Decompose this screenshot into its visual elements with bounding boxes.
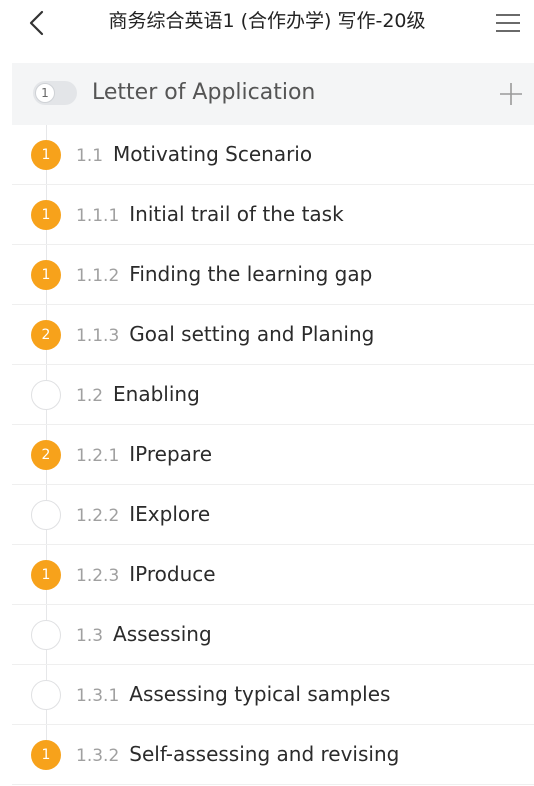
item-number: 1.1.3 (76, 326, 120, 346)
item-title: Goal setting and Planing (129, 322, 375, 346)
section-number-badge: 1 (35, 83, 55, 103)
progress-badge: 1 (31, 740, 61, 770)
progress-badge (31, 620, 61, 650)
list-item[interactable]: 1 1.1.2 Finding the learning gap (12, 245, 534, 305)
section-title: Letter of Application (92, 80, 316, 105)
progress-badge: 1 (31, 140, 61, 170)
progress-badge: 2 (31, 440, 61, 470)
item-label: 1.2.2 IExplore (76, 485, 210, 544)
progress-badge: 1 (31, 260, 61, 290)
item-label: 1.1.2 Finding the learning gap (76, 245, 372, 304)
section-header[interactable]: 1 Letter of Application (12, 63, 534, 125)
progress-badge (31, 380, 61, 410)
progress-badge: 2 (31, 320, 61, 350)
list-item[interactable]: 1.3.1 Assessing typical samples (12, 665, 534, 725)
item-title: Assessing typical samples (129, 682, 391, 706)
section-toggle[interactable]: 1 (33, 81, 77, 105)
item-label: 1.2.1 IPrepare (76, 425, 212, 484)
item-label: 1.3.1 Assessing typical samples (76, 665, 390, 724)
item-label: 1.3 Assessing (76, 605, 212, 664)
plus-icon (500, 83, 522, 105)
list-item[interactable]: 1.3 Assessing (12, 605, 534, 665)
item-number: 1.2.1 (76, 446, 120, 466)
item-label: 1.2.3 IProduce (76, 545, 216, 604)
item-title: Finding the learning gap (129, 262, 373, 286)
list-item[interactable]: 1 1.1.1 Initial trail of the task (12, 185, 534, 245)
chevron-left-icon (29, 10, 44, 36)
list-item[interactable]: 1 1.3.2 Self-assessing and revising (12, 725, 534, 785)
item-label: 1.2 Enabling (76, 365, 200, 424)
item-label: 1.1 Motivating Scenario (76, 125, 312, 184)
item-label: 1.1.1 Initial trail of the task (76, 185, 344, 244)
top-bar: 商务综合英语1 (合作办学) 写作-20级 (0, 0, 534, 44)
item-title: Self-assessing and revising (129, 742, 400, 766)
item-label: 1.3.2 Self-assessing and revising (76, 725, 399, 784)
item-title: Enabling (113, 382, 200, 406)
list-item[interactable]: 1 1.2.3 IProduce (12, 545, 534, 605)
item-number: 1.3.2 (76, 746, 120, 766)
list-item[interactable]: 1 1.1 Motivating Scenario (12, 125, 534, 185)
add-button[interactable] (498, 81, 524, 107)
hamburger-menu-icon (496, 14, 520, 32)
list-item[interactable]: 2 1.1.3 Goal setting and Planing (12, 305, 534, 365)
item-number: 1.3.1 (76, 686, 120, 706)
progress-badge: 1 (31, 200, 61, 230)
item-title: Assessing (113, 622, 212, 646)
task-list: 1 1.1 Motivating Scenario 1 1.1.1 Initial tra… (0, 125, 534, 785)
progress-badge (31, 680, 61, 710)
item-title: IProduce (129, 562, 216, 586)
item-number: 1.2 (76, 386, 104, 406)
item-number: 1.1.2 (76, 266, 120, 286)
progress-badge: 1 (31, 560, 61, 590)
menu-button[interactable] (494, 10, 522, 36)
list-item[interactable]: 2 1.2.1 IPrepare (12, 425, 534, 485)
item-title: Initial trail of the task (129, 202, 344, 226)
list-item[interactable]: 1.2 Enabling (12, 365, 534, 425)
back-button[interactable] (22, 6, 56, 40)
progress-badge (31, 500, 61, 530)
page-title: 商务综合英语1 (合作办学) 写作-20级 (108, 10, 426, 32)
item-number: 1.2.3 (76, 566, 120, 586)
item-number: 1.1.1 (76, 206, 120, 226)
item-number: 1.3 (76, 626, 104, 646)
item-title: Motivating Scenario (113, 142, 313, 166)
item-title: IExplore (129, 502, 211, 526)
list-item[interactable]: 1.2.2 IExplore (12, 485, 534, 545)
item-number: 1.1 (76, 146, 104, 166)
item-title: IPrepare (129, 442, 212, 466)
item-label: 1.1.3 Goal setting and Planing (76, 305, 374, 364)
item-number: 1.2.2 (76, 506, 120, 526)
